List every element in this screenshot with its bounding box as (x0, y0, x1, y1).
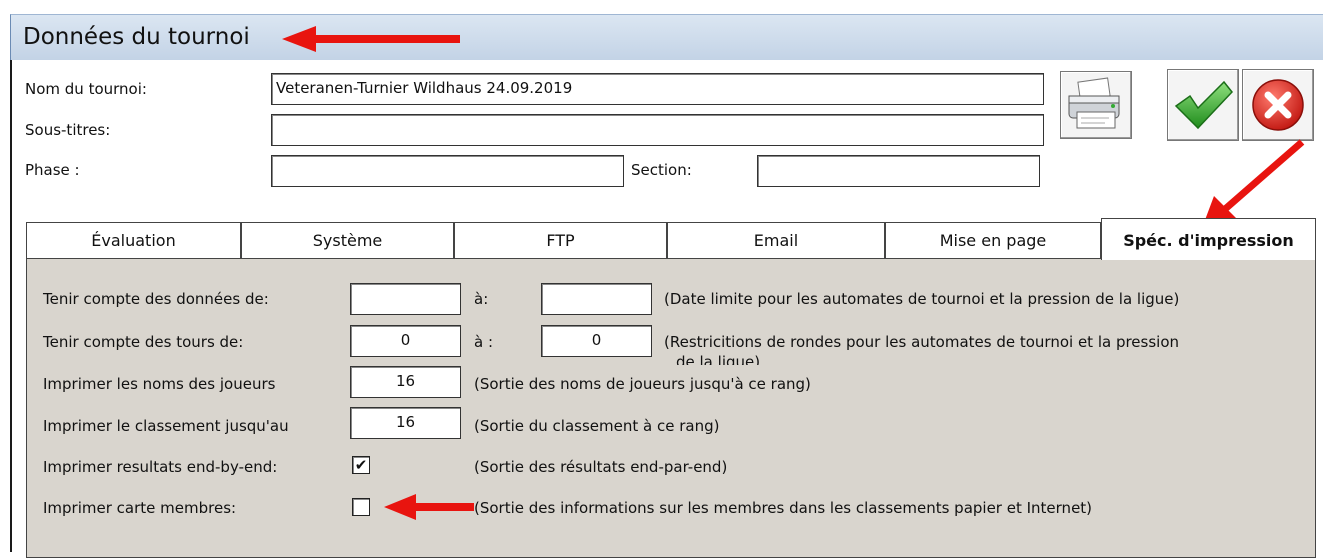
ok-button[interactable] (1167, 69, 1239, 141)
cancel-button[interactable] (1242, 69, 1314, 141)
tab-evaluation[interactable]: Évaluation (26, 222, 241, 258)
tab-email[interactable]: Email (667, 222, 885, 258)
checkmark-icon (1174, 80, 1233, 130)
cancel-icon (1252, 79, 1304, 131)
print-player-names-label: Imprimer les noms des joueurs (43, 375, 276, 393)
rounds-hint-line2: de la ligue) (676, 354, 761, 365)
print-ranking-label: Imprimer le classement jusqu'au (43, 417, 289, 435)
tab-mise-en-page-label: Mise en page (939, 231, 1047, 250)
tab-spec-impression[interactable]: Spéc. d'impression (1101, 218, 1316, 260)
date-to-input[interactable] (541, 283, 652, 315)
consider-data-from-label: Tenir compte des données de: (43, 290, 269, 308)
print-member-card-label: Imprimer carte membres: (43, 499, 237, 517)
section-input[interactable] (757, 155, 1040, 187)
window-title-bar: Données du tournoi (10, 14, 1323, 60)
ranking-hint: (Sortie du classement à ce rang) (474, 417, 720, 435)
rounds-from-input[interactable]: 0 (350, 325, 461, 357)
tab-email-label: Email (753, 231, 799, 250)
window-left-border (10, 60, 12, 552)
ranking-rank-input[interactable]: 16 (350, 407, 461, 439)
tab-systeme-label: Système (312, 231, 383, 250)
tab-ftp-label: FTP (546, 231, 575, 250)
annotation-arrow-checkbox (384, 494, 474, 520)
member-card-checkbox[interactable] (352, 498, 370, 516)
player-names-hint: (Sortie des noms de joueurs jusqu'à ce r… (474, 375, 811, 393)
tournament-name-input[interactable]: Veteranen-Turnier Wildhaus 24.09.2019 (271, 73, 1044, 105)
rounds-to-input[interactable]: 0 (541, 325, 652, 357)
tab-bar: Évaluation Système FTP Email Mise en pag… (26, 218, 1316, 260)
date-from-input[interactable] (350, 283, 461, 315)
subtitle-label: Sous-titres: (25, 121, 111, 139)
end-by-end-hint: (Sortie des résultats end-par-end) (474, 458, 728, 476)
phase-label: Phase : (25, 161, 80, 179)
rounds-to-label: à : (474, 333, 494, 351)
phase-input[interactable] (271, 155, 624, 187)
annotation-arrow-title (282, 26, 460, 52)
tab-mise-en-page[interactable]: Mise en page (885, 222, 1101, 258)
tab-ftp[interactable]: FTP (454, 222, 667, 258)
print-end-by-end-label: Imprimer resultats end-by-end: (43, 458, 278, 476)
window-title: Données du tournoi (23, 24, 250, 50)
player-names-rank-input[interactable]: 16 (350, 366, 461, 398)
tournament-name-label: Nom du tournoi: (25, 80, 147, 98)
print-button[interactable] (1060, 71, 1132, 139)
member-card-hint: (Sortie des informations sur les membres… (474, 499, 1093, 517)
consider-rounds-label: Tenir compte des tours de: (43, 333, 244, 351)
rounds-hint-line1: (Restricitions de rondes pour les automa… (664, 333, 1180, 351)
subtitle-input[interactable] (271, 114, 1044, 146)
tab-spec-impression-label: Spéc. d'impression (1123, 231, 1294, 250)
annotation-arrow-tab (1202, 139, 1305, 228)
section-label: Section: (631, 161, 692, 179)
tab-evaluation-label: Évaluation (91, 231, 176, 250)
printer-icon (1068, 77, 1120, 129)
date-to-label: à: (474, 290, 489, 308)
end-by-end-checkbox[interactable]: ✔ (352, 456, 370, 474)
date-limit-hint: (Date limite pour les automates de tourn… (664, 290, 1180, 308)
tab-systeme[interactable]: Système (241, 222, 454, 258)
